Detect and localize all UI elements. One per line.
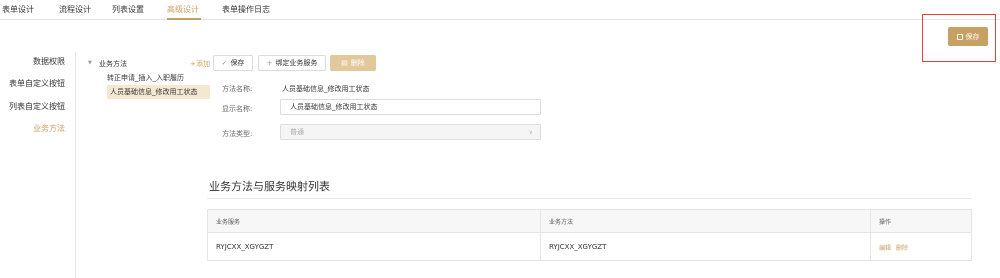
display-name-input[interactable]: 人员基础信息_修改用工状态 (280, 99, 541, 115)
header-save-label: 保存 (965, 32, 980, 41)
nav-item-list-custom-buttons[interactable]: 列表自定义按钮 (9, 102, 65, 112)
col-header-method: 业务方法 (540, 210, 870, 232)
check-icon: ✓ (221, 59, 228, 67)
display-name-label: 显示名称: (222, 105, 253, 113)
section-divider (207, 198, 972, 199)
tab-flow-design[interactable]: 流程设计 (59, 5, 91, 15)
tree-root[interactable]: ▼ 业务方法 +添加 (85, 58, 210, 70)
tree-root-label: 业务方法 (99, 60, 127, 68)
method-name-label: 方法名称: (222, 85, 253, 93)
tab-list-settings[interactable]: 列表设置 (112, 5, 144, 15)
delete-method-button[interactable]: ▤ 删除 (330, 55, 376, 71)
delete-link[interactable]: 删除 (896, 243, 908, 252)
nav-item-data-permission[interactable]: 数据权限 (33, 57, 65, 67)
method-name-value: 人员基础信息_修改用工状态 (282, 85, 370, 93)
chevron-down-icon: ∨ (528, 129, 533, 136)
add-method-link[interactable]: +添加 (190, 59, 210, 69)
tab-form-operation-log[interactable]: 表单操作日志 (222, 5, 270, 15)
tab-advanced-design[interactable]: 高级设计 (167, 5, 199, 15)
trash-icon: ▤ (341, 59, 348, 67)
nav-item-business-methods[interactable]: 业务方法 (33, 124, 65, 134)
plus-icon: + (266, 59, 273, 67)
method-type-label: 方法类型: (222, 130, 253, 138)
table-row: RYJCXX_XGYGZT RYJCXX_XGYGZT 编辑 删除 (208, 233, 971, 261)
active-tab-indicator (167, 18, 201, 20)
col-header-service: 业务服务 (216, 218, 241, 226)
edit-link[interactable]: 编辑 (879, 243, 891, 252)
save-icon (956, 33, 963, 40)
bind-service-button[interactable]: + 绑定业务服务 (258, 55, 326, 71)
tree-item-probation-insert[interactable]: 转正申请_插入_入职履历 (107, 73, 184, 83)
mapping-section-title: 业务方法与服务映射列表 (209, 180, 330, 193)
left-nav: 数据权限 表单自定义按钮 列表自定义按钮 业务方法 (0, 52, 76, 278)
cell-actions: 编辑 删除 (870, 233, 971, 261)
cell-service: RYJCXX_XGYGZT (216, 243, 274, 251)
delete-method-label: 删除 (350, 59, 365, 67)
caret-down-icon[interactable]: ▼ (88, 60, 92, 66)
cell-method: RYJCXX_XGYGZT (540, 233, 870, 261)
save-method-label: 保存 (230, 59, 245, 67)
save-method-button[interactable]: ✓ 保存 (213, 55, 253, 71)
top-tab-bar: 表单设计 流程设计 列表设置 高级设计 表单操作日志 (0, 0, 1000, 20)
header-save-button[interactable]: 保存 (948, 27, 988, 46)
method-type-value: 普通 (290, 128, 304, 136)
tree-item-employee-update-status[interactable]: 人员基础信息_修改用工状态 (107, 85, 210, 99)
bind-service-label: 绑定业务服务 (275, 59, 318, 67)
method-type-select[interactable]: 普通 ∨ (280, 124, 541, 140)
table-header: 业务服务 业务方法 操作 (208, 210, 971, 233)
display-name-value: 人员基础信息_修改用工状态 (290, 103, 378, 111)
tab-form-design[interactable]: 表单设计 (2, 5, 34, 15)
col-header-actions: 操作 (870, 210, 971, 232)
nav-item-form-custom-buttons[interactable]: 表单自定义按钮 (9, 79, 65, 89)
mapping-table: 业务服务 业务方法 操作 RYJCXX_XGYGZT RYJCXX_XGYGZT… (207, 209, 972, 261)
